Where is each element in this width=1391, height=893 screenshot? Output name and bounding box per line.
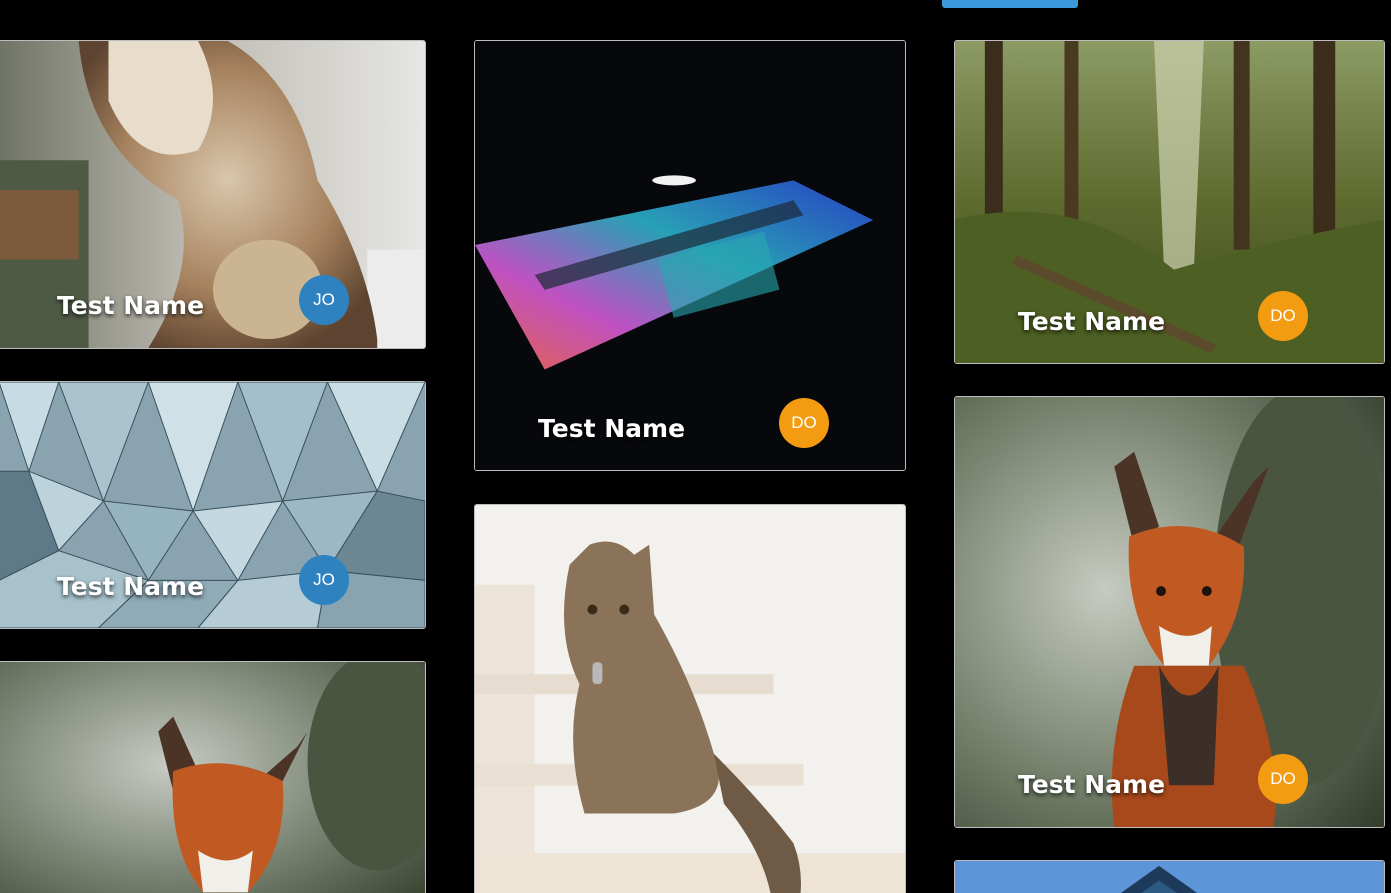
- top-action-button[interactable]: [942, 0, 1078, 8]
- card-image: [475, 505, 905, 893]
- card-laptop[interactable]: Test Name DO: [474, 40, 906, 471]
- card-name: Test Name: [57, 572, 205, 601]
- avatar-badge[interactable]: DO: [1258, 754, 1308, 804]
- card-image: [475, 41, 905, 470]
- avatar-badge[interactable]: JO: [299, 555, 349, 605]
- card-red-fox[interactable]: [0, 661, 426, 893]
- card-glass-building[interactable]: [954, 860, 1385, 893]
- card-image: [955, 861, 1384, 893]
- card-name: Test Name: [1018, 307, 1166, 336]
- card-origami-pattern[interactable]: Test Name JO: [0, 381, 426, 629]
- card-forest[interactable]: Test Name DO: [954, 40, 1385, 364]
- card-image: [955, 397, 1384, 827]
- card-name: Test Name: [57, 291, 205, 320]
- card-name: Test Name: [538, 414, 686, 443]
- avatar-badge[interactable]: JO: [299, 275, 349, 325]
- avatar-badge[interactable]: DO: [1258, 291, 1308, 341]
- card-image: [0, 662, 425, 893]
- card-name: Test Name: [1018, 770, 1166, 799]
- card-tabby-cat[interactable]: [474, 504, 906, 893]
- gallery-page: Test Name JO Test Name JO Test Name DO T…: [0, 0, 1391, 893]
- card-red-fox[interactable]: Test Name DO: [954, 396, 1385, 828]
- card-siamese-cat[interactable]: Test Name JO: [0, 40, 426, 349]
- avatar-badge[interactable]: DO: [779, 398, 829, 448]
